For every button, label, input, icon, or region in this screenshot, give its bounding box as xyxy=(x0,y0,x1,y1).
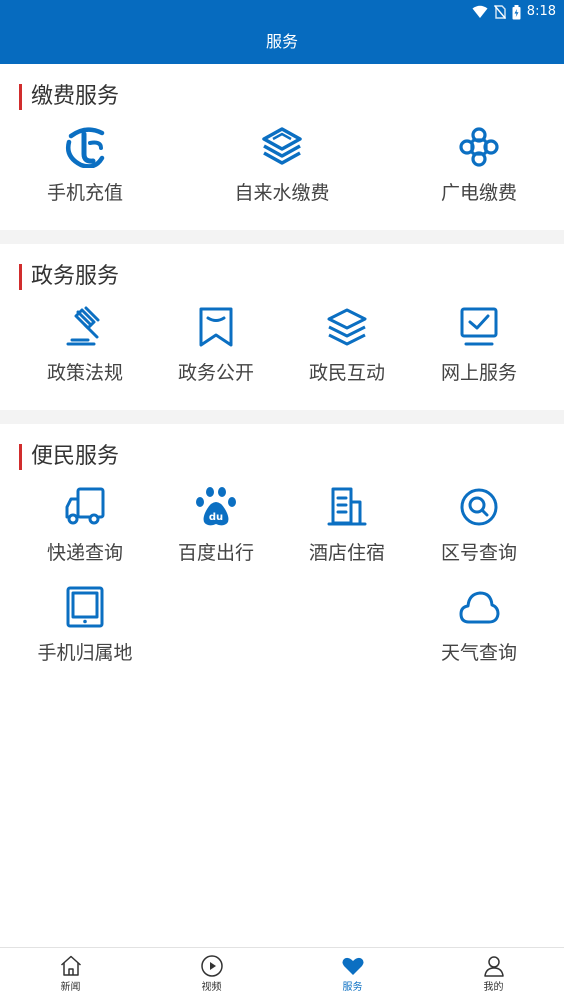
tile-citizen-interaction[interactable]: 政民互动 xyxy=(281,306,413,396)
monitor-check-icon xyxy=(458,306,500,348)
heart-icon xyxy=(341,954,365,978)
tile-phone-location[interactable]: 手机归属地 xyxy=(19,586,151,676)
section-divider xyxy=(0,410,564,424)
delivery-truck-icon xyxy=(64,486,106,528)
tile-label: 自来水缴费 xyxy=(234,182,330,204)
wifi-icon xyxy=(472,5,488,19)
nav-tab-services[interactable]: 服务 xyxy=(282,948,423,1002)
tile-label: 政民互动 xyxy=(308,362,385,384)
tile-label: 手机归属地 xyxy=(37,642,133,664)
tile-area-code[interactable]: 区号查询 xyxy=(413,486,545,576)
baidu-paw-icon: du xyxy=(195,486,237,528)
nav-label: 视频 xyxy=(201,982,222,993)
battery-charging-icon xyxy=(512,4,521,20)
section-payment: 缴费服务 手机充值 自来水缴费 广电缴费 xyxy=(0,64,564,230)
no-sim-icon xyxy=(493,5,506,19)
mobile-logo-icon xyxy=(261,126,303,168)
tile-label: 政策法规 xyxy=(46,362,123,384)
section-header: 缴费服务 xyxy=(19,84,119,110)
status-bar: 8:18 xyxy=(472,2,556,22)
tablet-icon xyxy=(64,586,106,628)
section-header: 政务服务 xyxy=(19,264,119,290)
section-divider xyxy=(0,230,564,244)
telecom-logo-icon xyxy=(64,126,106,168)
tile-label: 快递查询 xyxy=(46,542,123,564)
tile-policies[interactable]: 政策法规 xyxy=(19,306,151,396)
layers-icon xyxy=(326,306,368,348)
tile-gov-disclosure[interactable]: 政务公开 xyxy=(150,306,282,396)
tile-phone-recharge[interactable]: 手机充值 xyxy=(19,126,151,216)
section-marker xyxy=(19,84,22,110)
nav-label: 新闻 xyxy=(60,982,81,993)
unicom-knot-icon xyxy=(458,126,500,168)
tile-cable-tv-bill[interactable]: 广电缴费 xyxy=(413,126,545,216)
page-title: 服务 xyxy=(265,32,298,51)
gavel-icon xyxy=(64,306,106,348)
play-circle-icon xyxy=(200,954,224,978)
tile-label: 手机充值 xyxy=(46,182,123,204)
tile-label: 广电缴费 xyxy=(440,182,517,204)
tile-weather[interactable]: 天气查询 xyxy=(413,586,545,676)
svg-text:du: du xyxy=(209,512,223,523)
tile-label: 网上服务 xyxy=(440,362,517,384)
nav-tab-news[interactable]: 新闻 xyxy=(0,948,141,1002)
app-root: 8:18 服务 缴费服务 手机充值 自来水缴费 广电缴费 政务服务 政策法规 政… xyxy=(0,0,564,1002)
tile-water-bill[interactable]: 自来水缴费 xyxy=(216,126,348,216)
section-title: 政务服务 xyxy=(31,264,120,289)
section-marker xyxy=(19,264,22,290)
section-header: 便民服务 xyxy=(19,444,119,470)
bookmark-icon xyxy=(195,306,237,348)
tile-label: 酒店住宿 xyxy=(308,542,385,564)
tile-label: 天气查询 xyxy=(440,642,517,664)
section-convenience: 便民服务 快递查询 du 百度出行 酒店住宿 区号查询 手机归属地 天气查询 xyxy=(0,424,564,684)
tile-label: 区号查询 xyxy=(440,542,517,564)
building-icon xyxy=(326,486,368,528)
nav-label: 我的 xyxy=(483,982,504,993)
tile-label: 百度出行 xyxy=(177,542,254,564)
bottom-nav: 新闻 视频 服务 我的 xyxy=(0,947,564,1002)
user-icon xyxy=(482,954,506,978)
section-title: 便民服务 xyxy=(31,444,120,469)
tile-baidu-travel[interactable]: du 百度出行 xyxy=(150,486,282,576)
tile-online-services[interactable]: 网上服务 xyxy=(413,306,545,396)
search-circle-icon xyxy=(458,486,500,528)
cloud-icon xyxy=(458,586,500,628)
section-title: 缴费服务 xyxy=(31,84,120,109)
section-government: 政务服务 政策法规 政务公开 政民互动 网上服务 xyxy=(0,244,564,410)
nav-tab-video[interactable]: 视频 xyxy=(141,948,282,1002)
tile-express-tracking[interactable]: 快递查询 xyxy=(19,486,151,576)
nav-tab-profile[interactable]: 我的 xyxy=(423,948,564,1002)
section-marker xyxy=(19,444,22,470)
top-bar: 8:18 服务 xyxy=(0,0,564,64)
nav-label: 服务 xyxy=(342,982,363,993)
tile-hotel[interactable]: 酒店住宿 xyxy=(281,486,413,576)
tile-label: 政务公开 xyxy=(177,362,254,384)
home-icon xyxy=(59,954,83,978)
status-time: 8:18 xyxy=(526,4,556,19)
